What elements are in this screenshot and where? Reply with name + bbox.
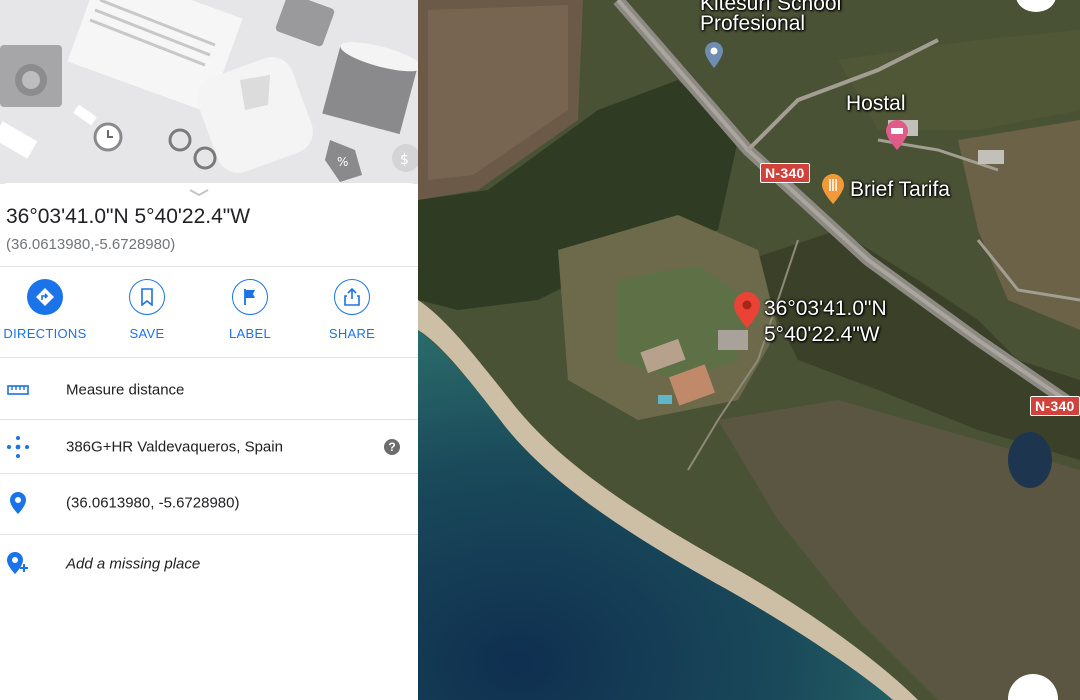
restaurant-pin-icon[interactable]	[822, 174, 844, 204]
directions-icon	[27, 279, 63, 315]
share-button[interactable]: SHARE	[302, 279, 402, 341]
pin-label-lat: 36°03'41.0"N	[764, 297, 887, 320]
help-icon[interactable]: ?	[384, 439, 400, 455]
map-label-school-line2[interactable]: Profesional	[700, 12, 805, 36]
plus-code-row[interactable]: 386G+HR Valdevaqueros, Spain ?	[0, 419, 418, 475]
svg-text:$: $	[400, 152, 409, 168]
sheet-handle-chevron-icon[interactable]	[188, 189, 210, 197]
save-label: SAVE	[129, 326, 165, 341]
add-place-icon	[6, 552, 30, 576]
hotel-pin-icon[interactable]	[886, 120, 908, 150]
coordinates-row[interactable]: (36.0613980, -5.6728980)	[0, 475, 418, 531]
divider	[0, 266, 418, 267]
bookmark-icon	[129, 279, 165, 315]
road-shield-n340: N-340	[760, 163, 810, 183]
measure-distance-row[interactable]: Measure distance	[0, 362, 418, 418]
coordinates-text: (36.0613980, -5.6728980)	[66, 494, 240, 512]
svg-text:%: %	[337, 155, 348, 169]
divider	[0, 473, 418, 474]
directions-button[interactable]: DIRECTIONS	[0, 279, 95, 341]
hero-illustration: % $	[0, 0, 418, 184]
place-title: 36°03'41.0"N 5°40'22.4"W	[6, 205, 251, 228]
share-label: SHARE	[328, 326, 376, 341]
road-shield-n340-2: N-340	[1030, 396, 1080, 416]
measure-distance-text: Measure distance	[66, 381, 185, 399]
add-missing-place-text: Add a missing place	[66, 555, 201, 573]
directions-label: DIRECTIONS	[3, 326, 87, 341]
divider	[0, 357, 418, 358]
save-button[interactable]: SAVE	[97, 279, 197, 341]
ruler-icon	[6, 378, 30, 402]
plus-code-text: 386G+HR Valdevaqueros, Spain	[66, 438, 283, 456]
label-label: LABEL	[229, 326, 271, 341]
map-label-hostal[interactable]: Hostal	[846, 92, 906, 116]
place-decimal-coords: (36.0613980,-5.6728980)	[6, 236, 176, 253]
label-button[interactable]: LABEL	[200, 279, 300, 341]
divider	[0, 534, 418, 535]
share-icon	[334, 279, 370, 315]
dropped-pin-icon[interactable]	[734, 292, 760, 328]
plus-code-icon	[6, 435, 30, 459]
flag-icon	[232, 279, 268, 315]
place-details-panel: % $ 36°03'41.0"N 5°40'22.4"W (36.0613980…	[0, 0, 418, 700]
illustration-graphic: % $	[0, 0, 418, 184]
pin-label-lng: 5°40'22.4"W	[764, 323, 880, 346]
map-label-restaurant[interactable]: Brief Tarifa	[850, 178, 950, 202]
satellite-imagery	[418, 0, 1080, 700]
details-sheet: 36°03'41.0"N 5°40'22.4"W (36.0613980,-5.…	[0, 183, 418, 700]
school-pin-icon[interactable]	[705, 42, 723, 68]
satellite-map[interactable]: Kitesurf School Profesional Hostal N-340…	[418, 0, 1080, 700]
add-missing-place-row[interactable]: Add a missing place	[0, 536, 418, 592]
location-pin-icon	[6, 491, 30, 515]
